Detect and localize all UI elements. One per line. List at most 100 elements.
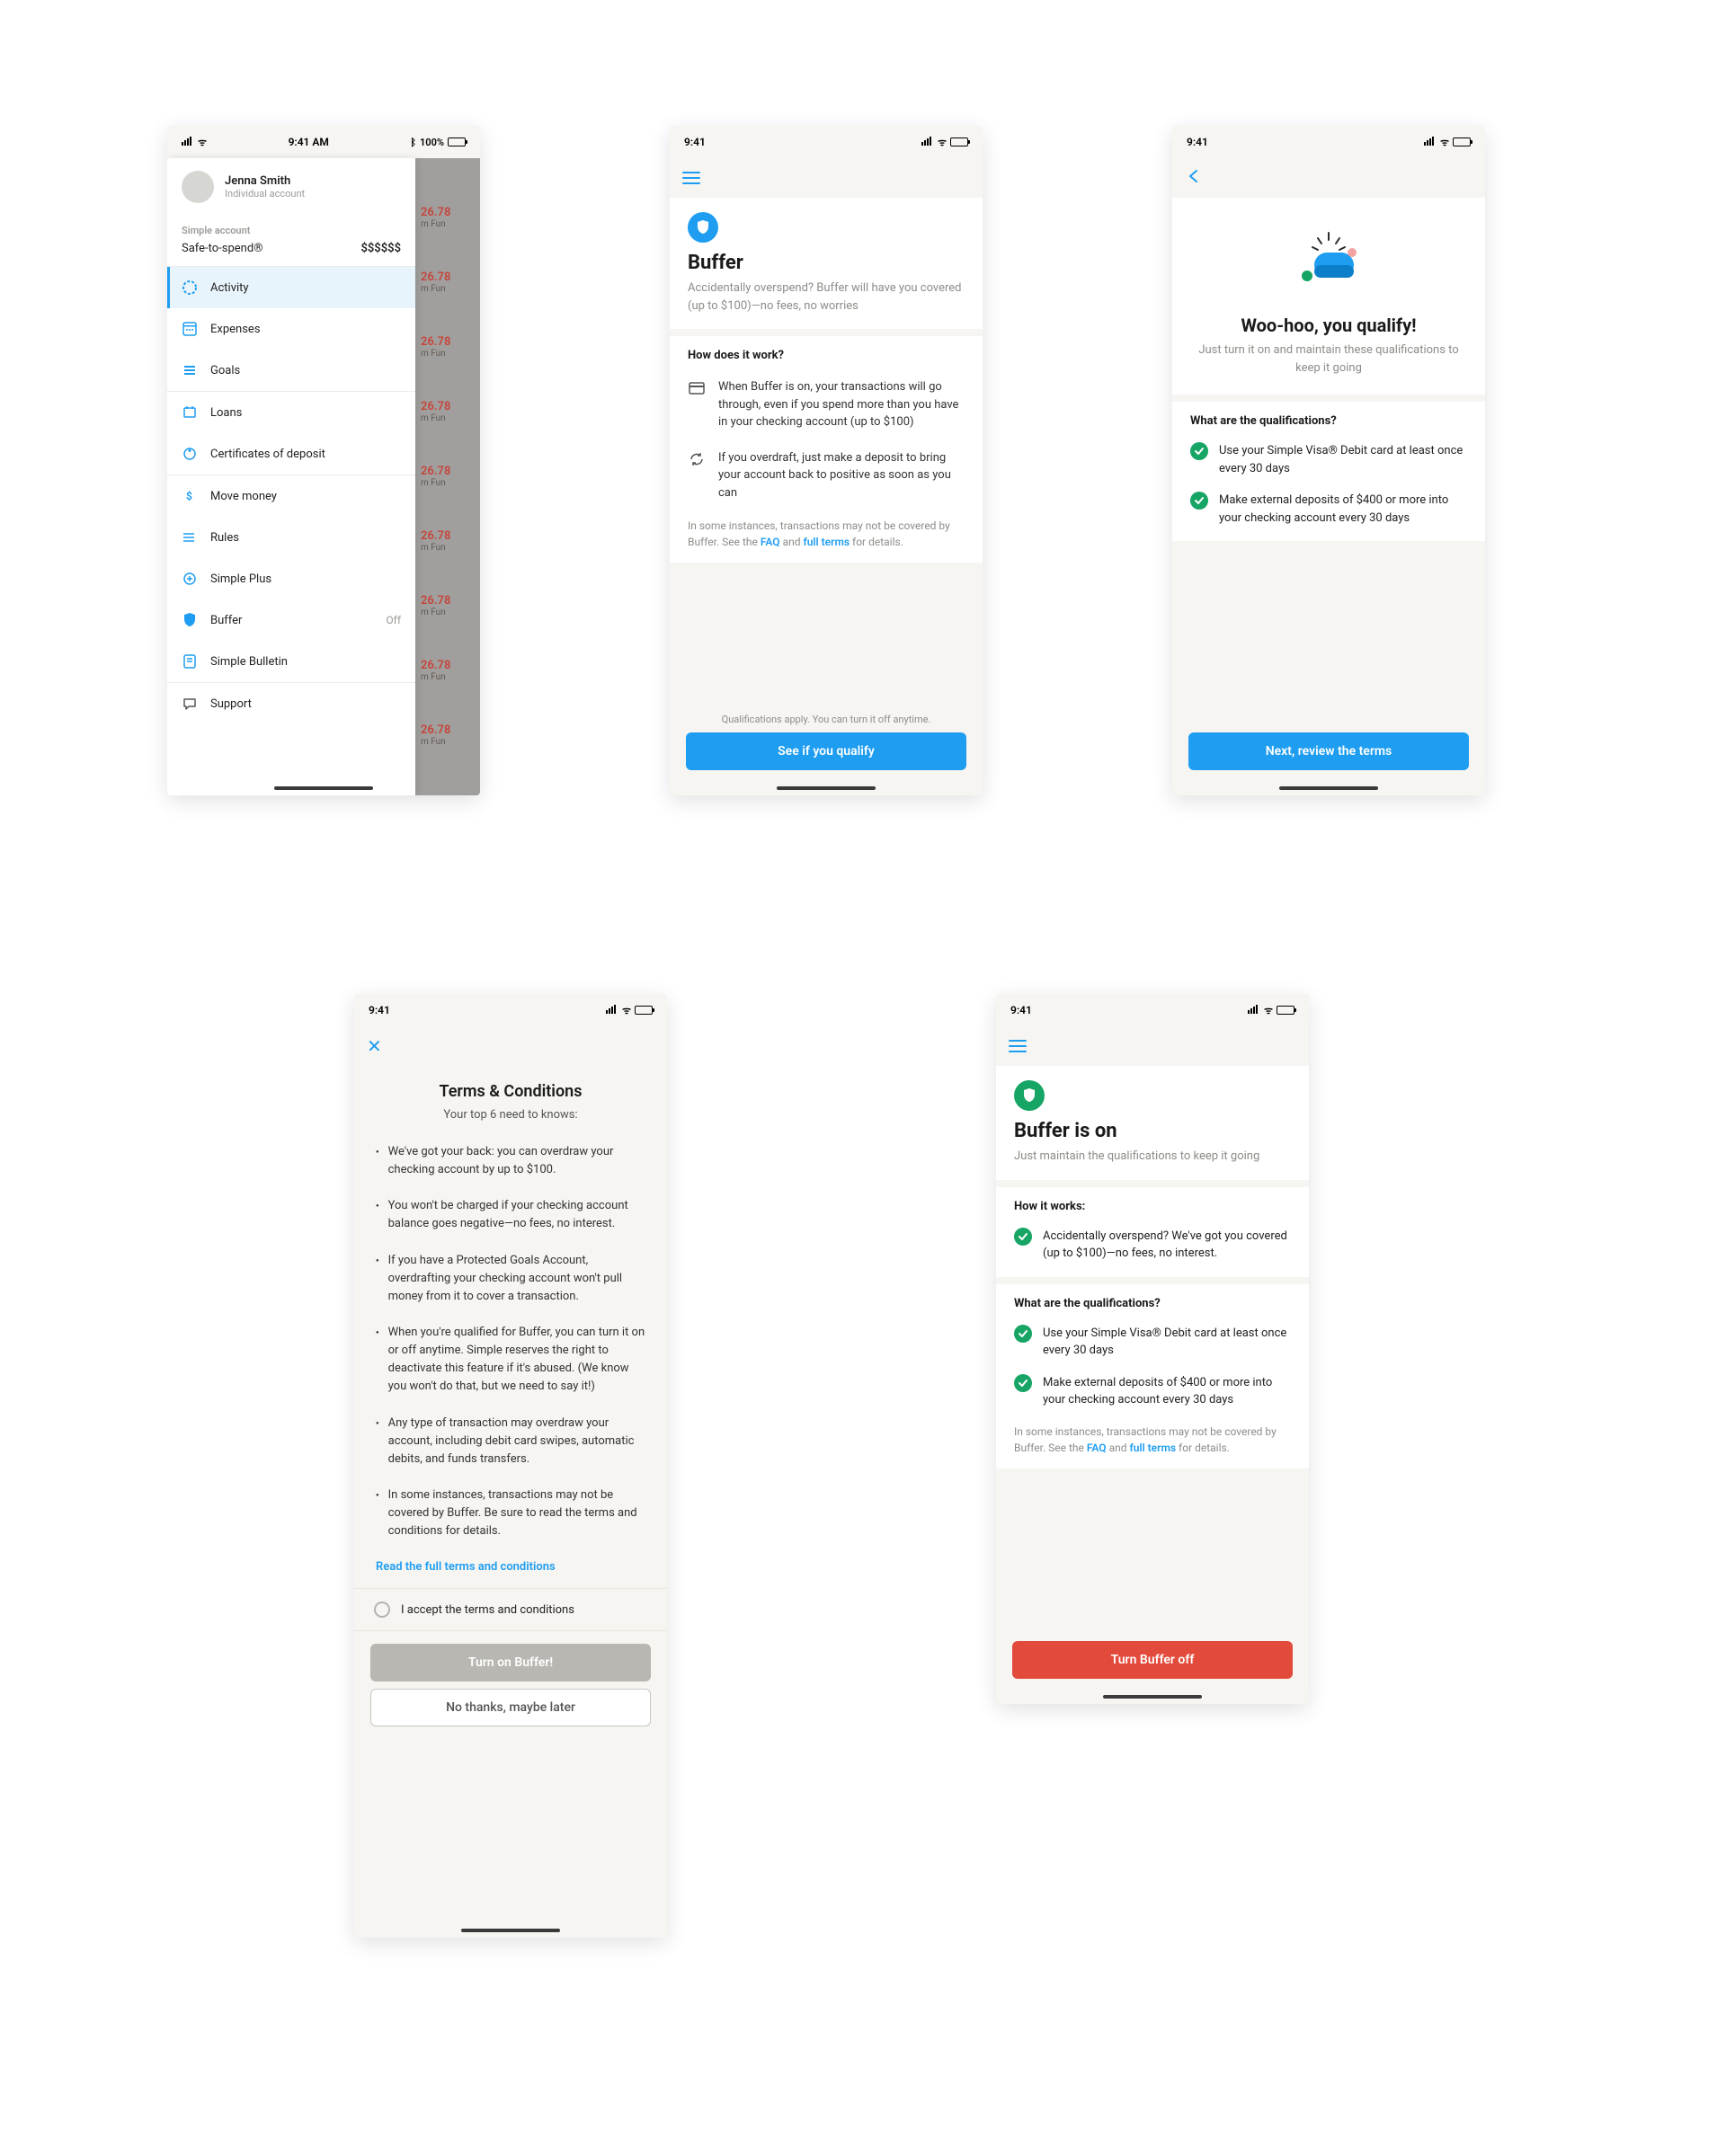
- sidebar-item-cds[interactable]: Certificates of deposit: [167, 433, 415, 475]
- how-text: Accidentally overspend? We've got you co…: [1043, 1228, 1291, 1263]
- terms-bullets: We've got your back: you can overdraw yo…: [354, 1127, 667, 1557]
- sidebar-item-simple-plus[interactable]: Simple Plus: [167, 558, 415, 599]
- qualification-text: Make external deposits of $400 or more i…: [1043, 1374, 1291, 1409]
- check-icon: [1190, 492, 1208, 510]
- page-title: Buffer: [688, 252, 965, 274]
- terms-bullet: In some instances, transactions may not …: [376, 1477, 645, 1549]
- sidebar-item-label: Expenses: [210, 323, 261, 336]
- card-icon: [688, 378, 706, 431]
- status-right: ᯤ: [606, 1004, 653, 1017]
- topbar: [996, 1026, 1309, 1066]
- goals-icon: [182, 362, 198, 378]
- wifi-icon: ᯤ: [622, 1004, 631, 1017]
- sidebar-item-label: Loans: [210, 406, 242, 420]
- qualify-subtitle: Just turn it on and maintain these quali…: [1194, 342, 1464, 377]
- buffer-on-header: Buffer is on Just maintain the qualifica…: [996, 1066, 1309, 1180]
- sidebar-item-label: Buffer: [210, 614, 242, 627]
- bg-amount: 26.78: [421, 206, 450, 219]
- sidebar-item-activity[interactable]: Activity: [167, 267, 415, 308]
- footer-note: Qualifications apply. You can turn it of…: [670, 705, 983, 732]
- bg-sub: m Fun: [421, 219, 446, 229]
- buffer-icon: [182, 612, 198, 628]
- status-left: ᯤ: [182, 136, 207, 149]
- terms-header: Terms & Conditions Your top 6 need to kn…: [354, 1066, 667, 1127]
- signal-icon: [182, 137, 194, 148]
- sidebar-item-label: Move money: [210, 490, 277, 503]
- sidebar-item-support[interactable]: Support: [167, 683, 415, 724]
- signal-icon: [921, 137, 934, 148]
- sidebar-item-rules[interactable]: Rules: [167, 517, 415, 558]
- menu-button[interactable]: [682, 172, 700, 184]
- battery-icon: [635, 1006, 653, 1015]
- topbar: [670, 158, 983, 198]
- menu-button[interactable]: [1009, 1040, 1027, 1052]
- qualification-text: Use your Simple Visa® Debit card at leas…: [1043, 1325, 1291, 1360]
- sidebar-item-bulletin[interactable]: Simple Bulletin: [167, 641, 415, 682]
- terms-bullet: We've got your back: you can overdraw yo…: [376, 1134, 645, 1188]
- battery-icon: [448, 138, 466, 146]
- read-full-terms-link[interactable]: Read the full terms and conditions: [354, 1557, 667, 1588]
- home-indicator: [1103, 1695, 1202, 1699]
- phone-sidebar-menu: ᯤ 9:41 AM ᛒ100% 26.78m Fun 26.78m Fun 26…: [167, 126, 480, 795]
- maybe-later-button[interactable]: No thanks, maybe later: [370, 1689, 651, 1726]
- sidebar-item-label: Rules: [210, 531, 239, 545]
- status-time: 9:41: [1187, 136, 1208, 148]
- next-review-terms-button[interactable]: Next, review the terms: [1188, 732, 1469, 770]
- sidebar-item-label: Support: [210, 697, 252, 711]
- buffer-shield-on-icon: [1014, 1080, 1045, 1111]
- simple-plus-icon: [182, 571, 198, 587]
- svg-text:$: $: [186, 490, 192, 502]
- page-subtitle: Just maintain the qualifications to keep…: [1014, 1148, 1291, 1166]
- account-title: Simple account: [182, 225, 401, 236]
- faq-link[interactable]: FAQ: [1087, 1442, 1107, 1454]
- qualification-row: Use your Simple Visa® Debit card at leas…: [996, 1319, 1309, 1369]
- how-row-refresh: If you overdraft, just make a deposit to…: [670, 442, 983, 513]
- refresh-icon: [688, 449, 706, 502]
- full-terms-link[interactable]: full terms: [803, 536, 850, 548]
- background-transactions: 26.78m Fun 26.78m Fun 26.78m Fun 26.78m …: [415, 158, 480, 795]
- terms-bullet: If you have a Protected Goals Account, o…: [376, 1243, 645, 1315]
- status-right: ᯤ: [1424, 136, 1471, 149]
- qualification-row: Use your Simple Visa® Debit card at leas…: [1172, 437, 1485, 486]
- sidebar-item-label: Activity: [210, 281, 249, 295]
- status-bar: 9:41 ᯤ: [996, 994, 1309, 1026]
- sts-value: $$$$$$: [360, 242, 401, 255]
- sidebar-item-buffer[interactable]: Buffer Off: [167, 599, 415, 641]
- home-indicator: [1279, 786, 1378, 790]
- turn-buffer-off-button[interactable]: Turn Buffer off: [1012, 1641, 1293, 1679]
- nav-group-4: Support: [167, 683, 415, 724]
- signal-icon: [1424, 137, 1437, 148]
- full-terms-link[interactable]: full terms: [1129, 1442, 1176, 1454]
- sidebar-item-move-money[interactable]: $ Move money: [167, 475, 415, 517]
- turn-on-buffer-button[interactable]: Turn on Buffer!: [370, 1644, 651, 1681]
- sidebar-item-label: Simple Bulletin: [210, 655, 288, 669]
- sidebar-item-expenses[interactable]: Expenses: [167, 308, 415, 350]
- home-indicator: [274, 786, 373, 790]
- accept-terms-row[interactable]: I accept the terms and conditions: [354, 1588, 667, 1631]
- terms-bullet: Any type of transaction may overdraw you…: [376, 1406, 645, 1477]
- sidebar-item-loans[interactable]: Loans: [167, 392, 415, 433]
- fine-print: In some instances, transactions may not …: [996, 1418, 1309, 1468]
- signal-icon: [1248, 1005, 1260, 1016]
- see-if-qualify-button[interactable]: See if you qualify: [686, 732, 966, 770]
- back-button[interactable]: [1185, 167, 1203, 189]
- wifi-icon: ᯤ: [1264, 1004, 1273, 1017]
- profile-row[interactable]: Jenna Smith Individual account: [167, 158, 415, 216]
- rules-icon: [182, 529, 198, 546]
- home-indicator: [461, 1929, 560, 1932]
- accept-checkbox[interactable]: [374, 1601, 390, 1618]
- check-icon: [1014, 1325, 1032, 1343]
- move-money-icon: $: [182, 488, 198, 504]
- battery-pct: 100%: [420, 137, 444, 148]
- account-summary[interactable]: Simple account Safe-to-spend® $$$$$$: [167, 216, 415, 267]
- how-text: When Buffer is on, your transactions wil…: [718, 378, 965, 431]
- activity-icon: [182, 279, 198, 296]
- faq-link[interactable]: FAQ: [761, 536, 780, 548]
- bluetooth-icon: ᛒ: [410, 137, 416, 148]
- phone-buffer-on: 9:41 ᯤ Buffer is on Just maintain the qu…: [996, 994, 1309, 1704]
- close-button[interactable]: ✕: [367, 1035, 382, 1057]
- sidebar-item-goals[interactable]: Goals: [167, 350, 415, 391]
- profile-sub: Individual account: [225, 188, 305, 200]
- wifi-icon: ᯤ: [938, 136, 947, 149]
- terms-bullet: When you're qualified for Buffer, you ca…: [376, 1315, 645, 1406]
